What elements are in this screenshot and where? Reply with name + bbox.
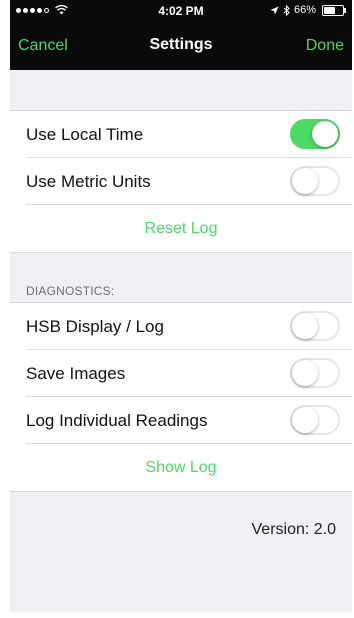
use-metric-units-toggle[interactable] — [290, 166, 340, 196]
use-metric-units-row: Use Metric Units — [10, 158, 352, 205]
save-images-toggle[interactable] — [290, 358, 340, 388]
reset-log-row: Reset Log — [10, 205, 352, 252]
log-readings-row: Log Individual Readings — [10, 397, 352, 444]
settings-group: Use Local Time Use Metric Units Reset Lo… — [10, 110, 352, 253]
save-images-row: Save Images — [10, 350, 352, 397]
battery-level — [324, 6, 335, 14]
status-bar: 4:02 PM 66% — [10, 0, 352, 22]
save-images-label: Save Images — [26, 363, 126, 383]
use-metric-units-label: Use Metric Units — [26, 171, 151, 191]
done-button[interactable]: Done — [306, 37, 344, 55]
status-right: 66% — [270, 4, 346, 16]
diagnostics-header: DIAGNOSTICS: — [26, 284, 115, 298]
log-readings-label: Log Individual Readings — [26, 410, 208, 430]
show-log-button[interactable]: Show Log — [10, 459, 352, 477]
show-log-row: Show Log — [10, 444, 352, 491]
bluetooth-icon — [283, 4, 290, 16]
reset-log-button[interactable]: Reset Log — [10, 220, 352, 238]
battery-percent: 66% — [293, 4, 316, 16]
version-label: Version: 2.0 — [251, 521, 337, 538]
diagnostics-group: HSB Display / Log Save Images Log Indivi… — [10, 302, 352, 492]
hsb-display-label: HSB Display / Log — [26, 316, 164, 336]
page: 4:02 PM 66% Cancel Settings Done Use Loc… — [0, 0, 354, 618]
use-local-time-row: Use Local Time — [10, 111, 352, 158]
location-arrow-icon — [270, 6, 279, 14]
settings-screen: 4:02 PM 66% Cancel Settings Done Use Loc… — [10, 0, 352, 612]
use-local-time-label: Use Local Time — [26, 124, 144, 144]
navigation-bar: Cancel Settings Done — [10, 22, 352, 70]
battery-icon — [322, 4, 346, 16]
page-title: Settings — [149, 36, 213, 53]
log-readings-toggle[interactable] — [290, 405, 340, 435]
hsb-display-toggle[interactable] — [290, 311, 340, 341]
use-local-time-toggle[interactable] — [290, 119, 340, 149]
hsb-display-row: HSB Display / Log — [10, 303, 352, 350]
